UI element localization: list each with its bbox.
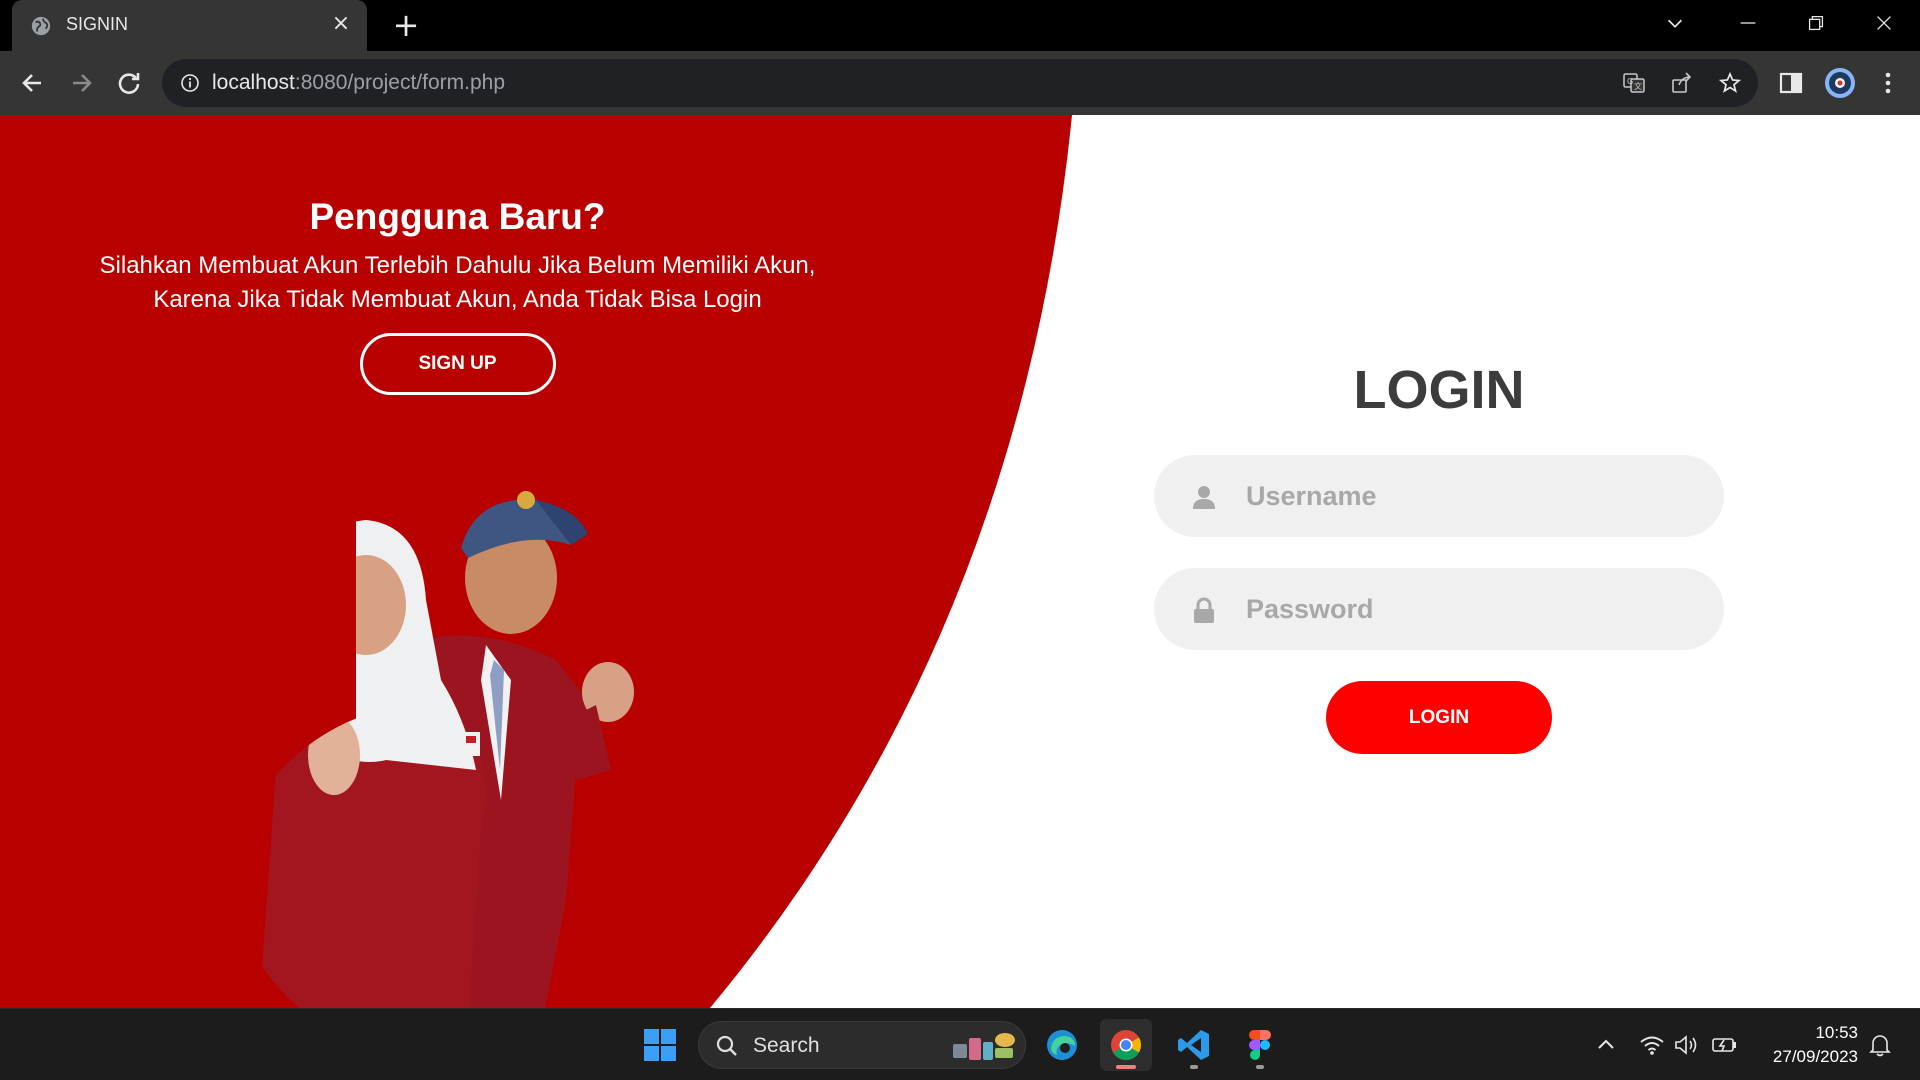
windows-logo-icon [644, 1029, 676, 1061]
reload-icon[interactable] [111, 65, 147, 101]
figma-icon [1249, 1030, 1271, 1060]
side-panel-icon[interactable] [1777, 69, 1805, 97]
site-info-icon[interactable] [180, 73, 200, 93]
clock-date: 27/09/2023 [1772, 1047, 1858, 1066]
search-highlight-icon [953, 1033, 1015, 1060]
address-bar[interactable]: localhost:8080/project/form.php G 文 [162, 59, 1758, 107]
browser-toolbar: localhost:8080/project/form.php G 文 [0, 51, 1920, 115]
chevron-up-icon[interactable] [1592, 1031, 1620, 1059]
profile-avatar-icon[interactable] [1824, 67, 1856, 99]
minimize-icon[interactable] [1737, 12, 1759, 34]
globe-icon [31, 16, 51, 36]
clock-time: 10:53 [1815, 1023, 1858, 1042]
open-app-indicator [1256, 1065, 1264, 1069]
url-path: :8080/project/form.php [294, 71, 506, 94]
chrome-icon [1111, 1030, 1142, 1061]
restore-icon[interactable] [1805, 12, 1827, 34]
battery-icon[interactable] [1710, 1031, 1738, 1059]
password-input[interactable] [1246, 568, 1686, 650]
search-label: Search [753, 1034, 820, 1057]
search-icon [716, 1035, 737, 1056]
bookmark-star-icon[interactable] [1718, 71, 1742, 95]
new-user-description: Silahkan Membuat Akun Terlebih Dahulu Ji… [99, 252, 816, 313]
notification-bell-icon[interactable] [1866, 1031, 1894, 1059]
vscode-icon [1178, 1030, 1209, 1060]
page-viewport: Pengguna Baru? Silahkan Membuat Akun Ter… [0, 115, 1920, 1008]
svg-text:G: G [1627, 77, 1633, 86]
taskbar-figma[interactable] [1234, 1019, 1286, 1071]
svg-text:文: 文 [1634, 81, 1642, 91]
user-icon [1193, 486, 1215, 509]
taskbar-clock[interactable]: 10:53 27/09/2023 [1758, 1021, 1858, 1069]
taskbar-chrome[interactable] [1100, 1019, 1152, 1071]
tab-search-chevron-icon[interactable] [1664, 12, 1686, 34]
tab-title: SIGNIN [66, 14, 129, 34]
login-panel: LOGIN LOGIN [1154, 355, 1724, 754]
password-field[interactable] [1154, 568, 1724, 650]
edge-icon [1047, 1030, 1077, 1060]
forward-arrow-icon[interactable] [63, 65, 99, 101]
url-text[interactable]: localhost:8080/project/form.php [212, 71, 505, 95]
new-user-title: Pengguna Baru? [309, 196, 606, 237]
back-arrow-icon[interactable] [15, 65, 51, 101]
close-window-icon[interactable] [1873, 12, 1895, 34]
username-field[interactable] [1154, 455, 1724, 537]
lock-icon [1194, 597, 1214, 623]
students-illustration [256, 491, 634, 1008]
taskbar-vscode[interactable] [1168, 1019, 1220, 1071]
windows-taskbar: Search 10:53 27/09/2023 [0, 1008, 1920, 1080]
menu-kebab-icon[interactable] [1874, 69, 1902, 97]
new-user-panel: Pengguna Baru? Silahkan Membuat Akun Ter… [90, 193, 825, 395]
new-tab-button[interactable]: + [390, 9, 422, 41]
login-button[interactable]: LOGIN [1326, 681, 1552, 754]
sign-up-button[interactable]: SIGN UP [359, 333, 556, 395]
start-button[interactable] [634, 1019, 686, 1071]
volume-icon[interactable] [1672, 1031, 1700, 1059]
login-title: LOGIN [1353, 360, 1525, 420]
username-input[interactable] [1246, 455, 1686, 537]
taskbar-search[interactable]: Search [698, 1021, 1026, 1069]
share-icon[interactable] [1670, 71, 1694, 95]
taskbar-edge[interactable] [1036, 1019, 1088, 1071]
tab-close-icon[interactable]: × [329, 12, 353, 36]
browser-tab-bar: SIGNIN × + [0, 0, 1920, 51]
open-app-indicator [1190, 1065, 1198, 1069]
browser-tab[interactable]: SIGNIN × [12, 0, 367, 51]
translate-icon[interactable]: G 文 [1622, 71, 1646, 95]
active-app-indicator [1116, 1065, 1136, 1069]
wifi-icon[interactable] [1638, 1031, 1666, 1059]
url-host: localhost [212, 71, 295, 94]
